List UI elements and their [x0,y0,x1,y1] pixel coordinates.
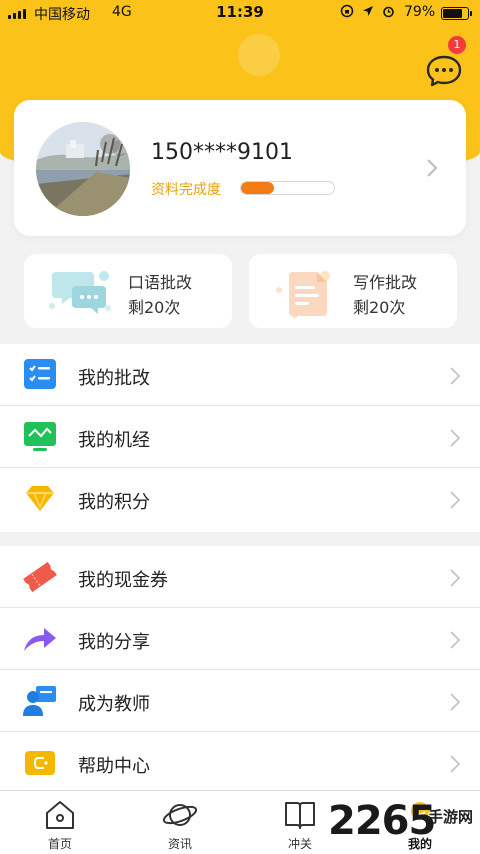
speaking-correction-card[interactable]: 口语批改 剩20次 [24,254,232,328]
watermark-site-name: 手游网 [428,808,474,826]
ticket-icon [23,561,57,593]
chevron-right-icon [450,693,460,711]
decorative-circle [238,34,280,76]
teacher-icon [23,686,56,716]
messages-button[interactable]: 1 [424,36,466,90]
profile-completeness-label: 资料完成度 [151,182,221,198]
menu-item-become-teacher[interactable]: 成为教师 [0,670,480,732]
system-status-icons [340,4,395,20]
chevron-right-icon [450,569,460,587]
watermark-number: 2265 [328,798,436,844]
profile-completeness-bar [240,181,335,195]
book-icon [285,802,315,829]
menu-item-my-coupons[interactable]: 我的现金券 [0,546,480,608]
chevron-right-icon [450,631,460,649]
tab-news[interactable]: 资讯 [120,791,240,854]
menu-group-primary: 我的批改 我的机经 我的积分 [0,344,480,532]
site-watermark: 2265 手游网 [328,796,480,854]
speaking-correction-title: 口语批改 [128,273,193,292]
battery-level-fill [443,9,462,18]
menu-label-my-points: 我的积分 [78,492,150,513]
profile-completeness-fill [241,182,275,194]
chevron-right-icon [427,159,438,177]
tab-news-label: 资讯 [167,837,192,851]
chat-bubble-icon [426,55,462,87]
battery-percent: 79% [404,4,436,20]
chevron-right-icon [450,491,460,509]
menu-item-my-points[interactable]: 我的积分 [0,468,480,530]
location-arrow-icon [363,6,374,16]
status-bar: 中国移动 4G 11:39 79% [0,0,480,26]
chevron-right-icon [450,755,460,773]
menu-label-my-coupons: 我的现金券 [78,570,168,591]
menu-item-my-corrections[interactable]: 我的批改 [0,344,480,406]
speech-chat-icon [49,271,111,314]
writing-correction-remaining: 剩20次 [353,298,406,317]
messages-badge: 1 [448,36,466,54]
writing-correction-title: 写作批改 [353,273,418,292]
avatar[interactable] [36,122,130,216]
menu-label-my-shares: 我的分享 [78,632,150,653]
menu-label-help-center: 帮助中心 [78,756,150,777]
chevron-right-icon [450,429,460,447]
checklist-icon [24,359,56,389]
diamond-icon [26,486,54,511]
battery-icon [441,7,472,20]
alarm-icon [383,6,395,18]
user-phone: 150****9101 [151,140,293,165]
writing-correction-card[interactable]: 写作批改 剩20次 [249,254,457,328]
menu-label-my-corrections: 我的批改 [78,368,150,389]
profile-card[interactable]: 150****9101 资料完成度 [14,100,466,236]
home-icon [46,801,74,829]
planet-icon [162,804,198,826]
monitor-chart-icon [24,422,56,451]
share-arrow-icon [24,628,56,651]
tab-home[interactable]: 首页 [0,791,120,854]
menu-item-my-shares[interactable]: 我的分享 [0,608,480,670]
menu-label-become-teacher: 成为教师 [78,694,150,715]
menu-group-secondary: 我的现金券 我的分享 成为教师 帮助中心 [0,546,480,790]
tab-home-label: 首页 [47,837,72,851]
writing-note-icon [276,271,330,319]
menu-label-my-exam-notes: 我的机经 [78,430,150,451]
menu-item-help-center[interactable]: 帮助中心 [0,732,480,794]
chevron-right-icon [450,367,460,385]
speaking-correction-remaining: 剩20次 [128,298,181,317]
menu-item-my-exam-notes[interactable]: 我的机经 [0,406,480,468]
lock-rotation-icon [340,4,354,18]
help-wallet-icon [25,751,55,775]
